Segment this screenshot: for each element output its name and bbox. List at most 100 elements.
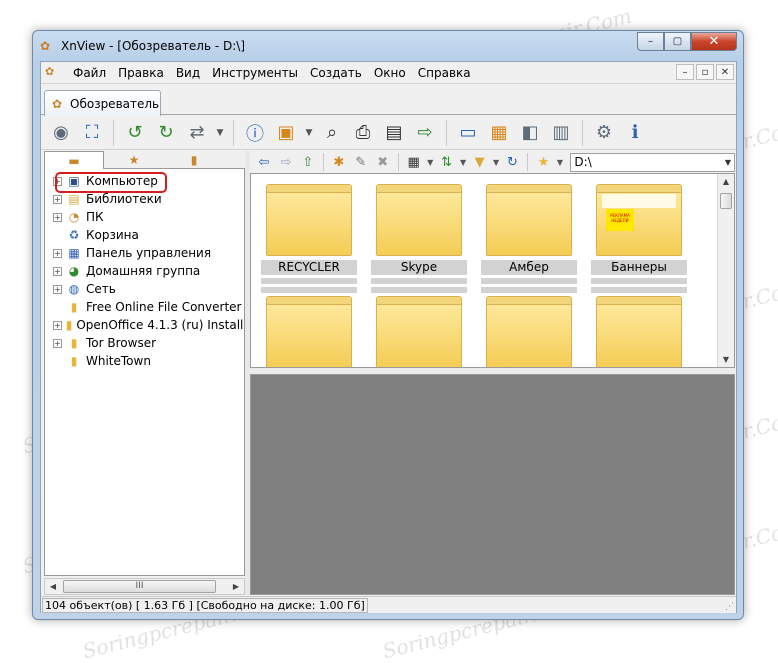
menu-file[interactable]: Файл [67,66,112,80]
filter-icon[interactable]: ▼ [470,152,490,172]
delete-icon[interactable]: ✖ [373,152,393,172]
scroll-thumb[interactable] [720,193,732,209]
expand-icon[interactable]: + [53,248,62,258]
thumbnail-vertical-scrollbar[interactable]: ▲ ▼ [717,174,734,367]
view-mode-dropdown-icon[interactable]: ▼ [426,152,435,172]
thumbnail-info-stripe [261,278,357,284]
menu-window[interactable]: Окно [368,66,412,80]
thumbnail-item[interactable] [261,292,357,367]
thumbnail-item[interactable] [371,292,467,367]
tree-item-homegroup[interactable]: + ◕ Домашняя группа [45,262,244,280]
menu-edit[interactable]: Правка [112,66,170,80]
menu-create[interactable]: Создать [304,66,368,80]
app-window: ✿ XnView - [Обозреватель - D:\] – ▢ ✕ ✿ … [32,30,744,620]
preview-pane [250,374,735,595]
thumbnail-item[interactable]: Амбер [481,180,577,295]
tree-item-libraries[interactable]: + ▤ Библиотеки [45,190,244,208]
favorite-dropdown-icon[interactable]: ▼ [555,152,564,172]
path-combobox[interactable]: D:\ ▼ [570,152,736,172]
print-icon[interactable]: ⎙ [349,119,377,147]
mdi-minimize-button[interactable]: – [676,64,694,80]
minimize-button[interactable]: – [637,32,664,51]
tab-browser[interactable]: ✿ Обозреватель [44,90,161,116]
browser-panel: ⇦ ⇨ ⇧ ✱ ✎ ✖ ▦ ▼ ⇅ ▼ ▼ ▼ ↻ ★ ▼ D:\ ▼ RECY… [250,151,736,595]
favorites-tab-icon[interactable]: ★ [104,151,164,169]
up-folder-icon[interactable]: ⇧ [298,152,318,172]
expand-icon[interactable]: + [53,320,62,330]
slideshow-icon[interactable]: ▦ [485,119,513,147]
tree-item-computer[interactable]: + ▣ Компьютер [45,172,244,193]
capture-icon[interactable]: ▭ [454,119,482,147]
fullscreen-icon[interactable]: ⛶ [78,119,106,147]
sort-icon[interactable]: ⇅ [437,152,457,172]
info-icon[interactable]: ℹ [621,119,649,147]
scroll-left-icon[interactable]: ◀ [45,579,61,594]
web-page-icon[interactable]: ◧ [516,119,544,147]
folders-tab-icon[interactable]: ▬ [44,151,104,169]
chevron-down-icon[interactable]: ▼ [725,158,731,167]
thumbnail-item[interactable]: Skype [371,180,467,295]
gear-icon[interactable]: ⚙ [590,119,618,147]
close-button[interactable]: ✕ [691,32,737,51]
tree-item-network[interactable]: + ◍ Сеть [45,280,244,298]
tree-item-folder[interactable]: + ▮ Tor Browser [45,334,244,352]
expand-icon[interactable]: + [53,212,62,222]
new-folder-icon[interactable]: ✱ [329,152,349,172]
expand-icon[interactable]: + [53,266,62,276]
mdi-close-button[interactable]: ✕ [716,64,734,80]
mdi-restore-button[interactable]: ▫ [696,64,714,80]
rename-icon[interactable]: ✎ [351,152,371,172]
tree-item-folder[interactable]: ▮ WhiteTown [45,352,244,370]
properties-icon[interactable]: ⓘ [241,119,269,147]
expand-icon[interactable]: + [53,284,62,294]
thumbnail-item[interactable] [591,292,687,367]
scroll-up-icon[interactable]: ▲ [718,174,734,189]
copy-move-icon[interactable]: ▣ [272,119,300,147]
binoculars-icon[interactable]: ⌕ [318,119,346,147]
view-mode-icon[interactable]: ▦ [404,152,424,172]
tree-item-label: Корзина [86,228,139,242]
favorite-star-icon[interactable]: ★ [533,152,553,172]
tree-item-label: Домашняя группа [86,264,201,278]
thumbnail-item[interactable]: РЕКЛАМА НЕДЕЛИ Баннеры [591,180,687,295]
folder-icon: ▮ [70,300,78,314]
scroll-right-icon[interactable]: ▶ [228,579,244,594]
camera-icon[interactable]: ◉ [47,119,75,147]
tree-item-folder[interactable]: + ▮ OpenOffice 4.1.3 (ru) Installa [45,316,244,334]
menu-view[interactable]: Вид [170,66,206,80]
filter-dropdown-icon[interactable]: ▼ [492,152,501,172]
back-icon[interactable]: ⇦ [254,152,274,172]
expand-icon[interactable]: + [53,338,62,348]
maximize-button[interactable]: ▢ [664,32,691,51]
xnview-app-icon[interactable]: ✿ [40,39,56,53]
thumbnail-item[interactable]: RECYCLER [261,180,357,295]
scanner-icon[interactable]: ▤ [380,119,408,147]
contact-sheet-icon[interactable]: ▥ [547,119,575,147]
tree-item-label: Сеть [86,282,116,296]
rotate-left-icon[interactable]: ↺ [121,119,149,147]
tree-item-pc[interactable]: + ◔ ПК [45,208,244,226]
tree-item-folder[interactable]: ▮ Free Online File Converter [45,298,244,316]
sort-dropdown-icon[interactable]: ▼ [459,152,468,172]
expand-icon[interactable]: + [53,194,62,204]
thumbnail-item[interactable] [481,292,577,367]
menu-tools[interactable]: Инструменты [206,66,304,80]
resize-grip-icon[interactable]: ⋰ [725,602,734,612]
forward-icon[interactable]: ⇨ [276,152,296,172]
convert-icon[interactable]: ⇄ [183,119,211,147]
menu-help[interactable]: Справка [412,66,477,80]
convert-dropdown-icon[interactable]: ▼ [214,119,226,147]
title-bar[interactable]: ✿ XnView - [Обозреватель - D:\] – ▢ ✕ [33,31,743,61]
copy-move-dropdown-icon[interactable]: ▼ [303,119,315,147]
categories-tab-icon[interactable]: ▮ [164,151,224,169]
tree-item-control-panel[interactable]: + ▦ Панель управления [45,244,244,262]
tree-item-recycle-bin[interactable]: ♻ Корзина [45,226,244,244]
document-menu-icon[interactable]: ✿ [45,65,61,80]
scroll-thumb[interactable]: III [63,580,216,593]
menu-items: Файл Правка Вид Инструменты Создать Окно… [67,66,477,80]
scroll-down-icon[interactable]: ▼ [718,352,734,367]
refresh-icon[interactable]: ↻ [503,152,523,172]
tree-horizontal-scrollbar[interactable]: ◀ III ▶ [44,578,245,595]
rotate-right-icon[interactable]: ↻ [152,119,180,147]
export-icon[interactable]: ⇨ [411,119,439,147]
